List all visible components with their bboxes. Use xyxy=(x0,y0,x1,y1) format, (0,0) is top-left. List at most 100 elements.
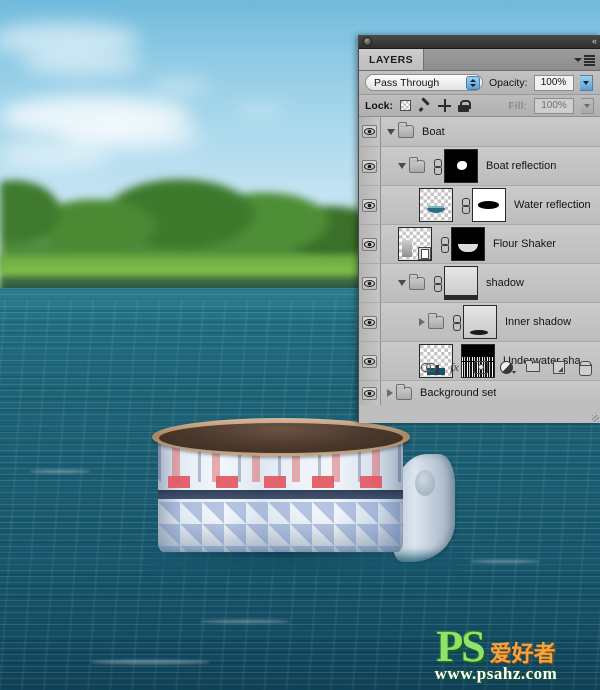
new-group-icon[interactable] xyxy=(525,359,540,374)
lock-position-icon[interactable] xyxy=(438,99,452,112)
lock-transparency-icon[interactable] xyxy=(400,100,412,111)
layers-panel: « LAYERS Pass Through Opacity: 100% Lock… xyxy=(358,35,600,423)
layer-name: Boat reflection xyxy=(486,160,557,172)
layer-content[interactable]: Flour Shaker xyxy=(381,225,600,263)
panel-menu-button[interactable] xyxy=(574,55,595,66)
tin-pattern-diamonds xyxy=(158,502,403,552)
mask-link-icon[interactable] xyxy=(432,275,442,292)
mask-link-icon[interactable] xyxy=(460,197,470,214)
panel-tab-bar: LAYERS xyxy=(359,49,600,71)
folder-icon xyxy=(409,156,425,173)
layer-style-fx-icon[interactable]: fx xyxy=(447,360,462,374)
visibility-toggle[interactable] xyxy=(359,264,381,302)
lock-image-icon[interactable] xyxy=(418,99,431,112)
layer-mask-thumbnail[interactable] xyxy=(444,149,478,183)
add-layer-mask-icon[interactable] xyxy=(473,360,488,374)
resize-grip[interactable] xyxy=(592,415,599,422)
visibility-toggle[interactable] xyxy=(359,225,381,263)
folder-icon xyxy=(398,122,414,138)
new-layer-icon[interactable] xyxy=(551,360,566,374)
layer-mask-thumbnail[interactable] xyxy=(472,188,506,222)
layer-thumbnail[interactable] xyxy=(419,188,453,222)
layer-row-background-set[interactable]: Background set xyxy=(359,381,600,405)
layer-row-inner-shadow[interactable]: Inner shadow xyxy=(359,303,600,342)
eye-icon xyxy=(362,125,377,138)
lock-all-icon[interactable] xyxy=(458,99,472,112)
watermark-ps-text: PS xyxy=(436,622,485,671)
disclosure-triangle-down-icon[interactable] xyxy=(398,280,406,286)
blend-mode-select[interactable]: Pass Through xyxy=(365,74,483,91)
mask-link-icon[interactable] xyxy=(451,314,461,331)
folder-icon xyxy=(396,383,412,400)
water-glint xyxy=(90,660,210,664)
layer-row-boat-reflection[interactable]: Boat reflection xyxy=(359,147,600,186)
link-layers-icon[interactable] xyxy=(421,360,436,374)
new-adjustment-layer-icon[interactable] xyxy=(499,360,516,374)
layer-list[interactable]: Boat Boat reflection Water reflection Fl… xyxy=(359,117,600,405)
layer-thumbnail[interactable] xyxy=(398,227,432,261)
layer-content[interactable]: Boat reflection xyxy=(381,147,600,185)
folder-icon xyxy=(428,312,444,329)
tin-band xyxy=(158,490,403,499)
tab-layers[interactable]: LAYERS xyxy=(359,49,425,70)
disclosure-triangle-down-icon[interactable] xyxy=(398,163,406,169)
layer-content[interactable]: Underwater sha... xyxy=(381,342,600,380)
disclosure-triangle-down-icon[interactable] xyxy=(387,128,395,135)
fill-input[interactable]: 100% xyxy=(534,97,574,114)
water-glint xyxy=(30,470,90,473)
watermark: PS 爱好者 www.psahz.com xyxy=(396,612,596,684)
layer-mask-thumbnail[interactable] xyxy=(451,227,485,261)
tin-interior xyxy=(159,423,403,453)
eye-icon xyxy=(362,159,377,173)
cloud xyxy=(22,50,142,76)
lock-row: Lock: Fill: 100% xyxy=(359,95,600,117)
visibility-toggle[interactable] xyxy=(359,381,381,405)
visibility-toggle[interactable] xyxy=(359,147,381,185)
blend-mode-value: Pass Through xyxy=(374,76,440,89)
disclosure-triangle-right-icon[interactable] xyxy=(419,318,425,326)
visibility-toggle[interactable] xyxy=(359,186,381,224)
layer-name: Flour Shaker xyxy=(493,238,556,250)
layer-name: Water reflection xyxy=(514,199,591,211)
opacity-input[interactable]: 100% xyxy=(533,74,574,91)
delete-layer-icon[interactable] xyxy=(577,360,592,376)
layer-content[interactable]: Background set xyxy=(381,381,600,405)
collapse-icon[interactable]: « xyxy=(592,37,597,46)
close-icon[interactable] xyxy=(363,37,372,46)
layer-row-boat[interactable]: Boat xyxy=(359,117,600,147)
folder-icon xyxy=(409,273,425,290)
cloud xyxy=(150,78,210,94)
hamburger-icon xyxy=(584,55,595,66)
eye-icon xyxy=(362,315,377,329)
layer-content[interactable]: Boat xyxy=(381,117,600,146)
disclosure-triangle-right-icon[interactable] xyxy=(387,389,393,397)
layer-name: Boat xyxy=(422,125,445,138)
mask-link-icon[interactable] xyxy=(432,158,442,175)
cloud xyxy=(235,104,285,116)
layer-row-water-reflection[interactable]: Water reflection xyxy=(359,186,600,225)
layer-mask-thumbnail[interactable] xyxy=(444,266,478,300)
lock-label: Lock: xyxy=(365,99,394,112)
opacity-label: Opacity: xyxy=(489,76,528,89)
chevron-updown-icon[interactable] xyxy=(466,76,480,90)
layer-content[interactable]: shadow xyxy=(381,264,600,302)
eye-icon xyxy=(362,386,377,400)
layer-content[interactable]: Water reflection xyxy=(381,186,600,224)
layer-row-shadow[interactable]: shadow xyxy=(359,264,600,303)
eye-icon xyxy=(362,198,377,212)
opacity-dropdown-icon[interactable] xyxy=(579,74,593,91)
layer-mask-thumbnail[interactable] xyxy=(463,305,497,339)
panel-title-bar: « xyxy=(359,35,600,49)
layer-content[interactable]: Inner shadow xyxy=(381,303,600,341)
fill-label: Fill: xyxy=(508,99,527,112)
fill-dropdown-icon[interactable] xyxy=(581,97,594,114)
watermark-url: www.psahz.com xyxy=(434,664,558,683)
screenshot-root: PS 爱好者 www.psahz.com « LAYERS Pass Throu… xyxy=(0,0,600,690)
visibility-toggle[interactable] xyxy=(359,342,381,380)
eye-icon xyxy=(362,237,377,251)
floating-tin-boat xyxy=(148,398,460,588)
mask-link-icon[interactable] xyxy=(439,236,449,253)
visibility-toggle[interactable] xyxy=(359,117,381,146)
visibility-toggle[interactable] xyxy=(359,303,381,341)
layer-row-flour-shaker[interactable]: Flour Shaker xyxy=(359,225,600,264)
